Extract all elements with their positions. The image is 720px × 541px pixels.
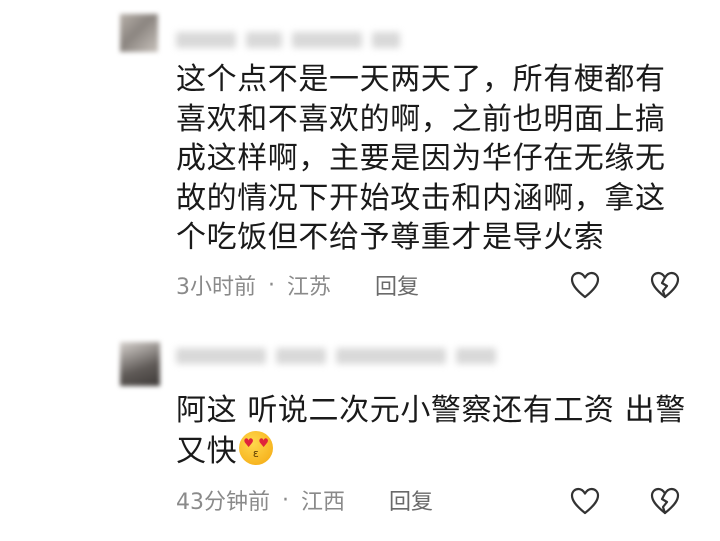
comment-item: 这个点不是一天两天了，所有梗都有喜欢和不喜欢的啊，之前也明面上搞成这样啊，主要是… bbox=[0, 0, 720, 320]
username-redacted[interactable] bbox=[176, 26, 400, 54]
like-button[interactable] bbox=[568, 484, 602, 518]
broken-heart-outline-icon bbox=[650, 487, 680, 515]
meta-separator: · bbox=[282, 487, 289, 513]
dislike-button[interactable] bbox=[648, 268, 682, 302]
meta-separator: · bbox=[268, 272, 275, 298]
comment-item: 阿这 听说二次元小警察还有工资 出警又快 ♥ ♥ ε 43分钟前 · 江西 回复 bbox=[0, 320, 720, 541]
heart-outline-icon bbox=[570, 487, 600, 515]
heart-eyes-kissing-emoji: ♥ ♥ ε bbox=[239, 431, 274, 465]
comment-location: 江西 bbox=[301, 490, 346, 515]
avatar[interactable] bbox=[120, 14, 158, 52]
heart-outline-icon bbox=[570, 271, 600, 299]
comment-text: 阿这 听说二次元小警察还有工资 出警又快 ♥ ♥ ε bbox=[176, 391, 696, 472]
reply-button[interactable]: 回复 bbox=[389, 484, 433, 516]
broken-heart-outline-icon bbox=[650, 271, 680, 299]
reply-button[interactable]: 回复 bbox=[375, 269, 419, 301]
like-button[interactable] bbox=[568, 268, 602, 302]
comment-meta: 3小时前 · 江苏 回复 bbox=[176, 269, 419, 301]
avatar[interactable] bbox=[120, 342, 160, 386]
comment-text: 这个点不是一天两天了，所有梗都有喜欢和不喜欢的啊，之前也明面上搞成这样啊，主要是… bbox=[176, 62, 666, 255]
comment-location: 江苏 bbox=[287, 275, 332, 300]
comment-time: 3小时前 bbox=[176, 275, 256, 300]
dislike-button[interactable] bbox=[648, 484, 682, 518]
comment-meta: 43分钟前 · 江西 回复 bbox=[176, 484, 433, 516]
username-redacted[interactable] bbox=[176, 342, 496, 370]
comment-time: 43分钟前 bbox=[176, 490, 270, 515]
